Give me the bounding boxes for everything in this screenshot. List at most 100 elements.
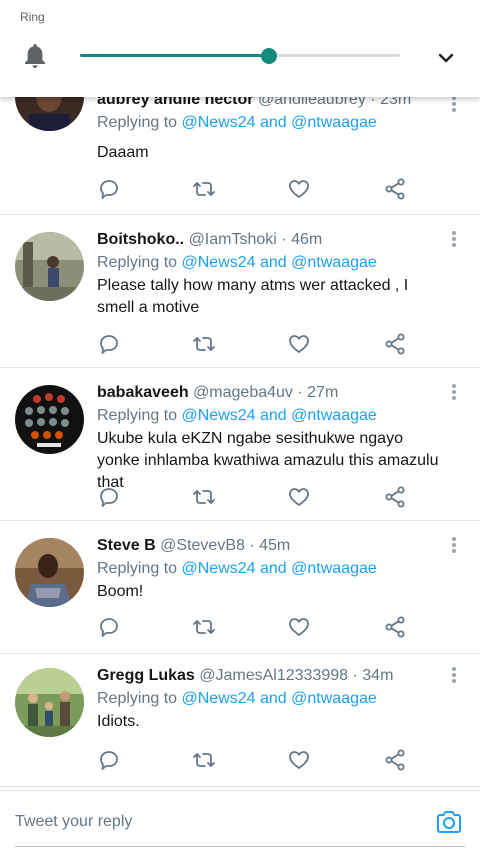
reply-icon[interactable]	[97, 748, 121, 772]
separator-dot: ·	[352, 667, 358, 684]
volume-panel: Ring	[0, 0, 480, 97]
mention-and: and	[260, 114, 287, 131]
tweet-actions	[97, 332, 407, 356]
display-name[interactable]: babakaveeh	[97, 384, 189, 401]
camera-icon[interactable]	[434, 807, 464, 837]
replying-to-label: Replying to	[97, 560, 178, 577]
mention-and: and	[260, 407, 287, 424]
retweet-icon[interactable]	[192, 332, 216, 356]
tweet[interactable]: Boitshoko.. @IamTshoki · 46m Replying to…	[0, 215, 480, 368]
tweet-list: aubrey andile nector @andileaubrey · 23m…	[0, 62, 480, 787]
display-name[interactable]: Gregg Lukas	[97, 667, 195, 684]
like-icon[interactable]	[287, 748, 311, 772]
avatar[interactable]	[15, 668, 84, 737]
tweet[interactable]: aubrey andile nector @andileaubrey · 23m…	[0, 62, 480, 215]
share-icon[interactable]	[383, 485, 407, 509]
mention-link[interactable]: @ntwaagae	[291, 690, 377, 707]
mention-link[interactable]: @News24	[182, 114, 256, 131]
replying-to: Replying to @News24 and @ntwaagae	[97, 252, 440, 274]
tweet-header: babakaveeh @mageba4uv · 27m	[97, 382, 440, 404]
retweet-icon[interactable]	[192, 485, 216, 509]
reply-icon[interactable]	[97, 485, 121, 509]
like-icon[interactable]	[287, 615, 311, 639]
more-options-icon[interactable]	[448, 535, 460, 555]
replying-to-label: Replying to	[97, 407, 178, 424]
retweet-icon[interactable]	[192, 177, 216, 201]
tweet-time: 45m	[259, 537, 291, 554]
volume-stream-label: Ring	[20, 10, 45, 24]
tweet-actions	[97, 615, 407, 639]
avatar[interactable]	[15, 385, 84, 454]
chevron-down-icon[interactable]	[434, 46, 458, 70]
retweet-icon[interactable]	[192, 748, 216, 772]
mention-and: and	[260, 690, 287, 707]
share-icon[interactable]	[383, 177, 407, 201]
replying-to-label: Replying to	[97, 254, 178, 271]
tweet-text: Please tally how many atms wer attacked …	[97, 277, 409, 316]
display-name[interactable]: Steve B	[97, 537, 156, 554]
bell-icon[interactable]	[22, 42, 48, 70]
reply-icon[interactable]	[97, 177, 121, 201]
mention-link[interactable]: @News24	[182, 690, 256, 707]
like-icon[interactable]	[287, 485, 311, 509]
tweet[interactable]: Gregg Lukas @JamesAl12333998 · 34m Reply…	[0, 654, 480, 787]
tweet-header: Gregg Lukas @JamesAl12333998 · 34m	[97, 665, 440, 687]
separator-dot: ·	[297, 384, 303, 401]
reply-icon[interactable]	[97, 332, 121, 356]
mention-link[interactable]: @News24	[182, 407, 256, 424]
tweet-text: Idiots.	[97, 713, 140, 730]
tweet-body: Gregg Lukas @JamesAl12333998 · 34m Reply…	[97, 665, 440, 733]
more-options-icon[interactable]	[448, 229, 460, 249]
tweet[interactable]: babakaveeh @mageba4uv · 27m Replying to …	[0, 368, 480, 521]
mention-link[interactable]: @ntwaagae	[291, 114, 377, 131]
like-icon[interactable]	[287, 332, 311, 356]
replying-to: Replying to @News24 and @ntwaagae	[97, 688, 440, 710]
mention-and: and	[260, 254, 287, 271]
like-icon[interactable]	[287, 177, 311, 201]
avatar[interactable]	[15, 538, 84, 607]
separator-dot: ·	[249, 537, 255, 554]
tweet-body: Boitshoko.. @IamTshoki · 46m Replying to…	[97, 229, 440, 319]
screen: aubrey andile nector @andileaubrey · 23m…	[0, 0, 480, 854]
replying-to-label: Replying to	[97, 114, 178, 131]
tweet-header: Steve B @StevevB8 · 45m	[97, 535, 440, 557]
mention-link[interactable]: @ntwaagae	[291, 407, 377, 424]
tweet-actions	[97, 177, 407, 201]
user-handle[interactable]: @IamTshoki	[189, 231, 277, 248]
user-handle[interactable]: @StevevB8	[160, 537, 245, 554]
mention-link[interactable]: @ntwaagae	[291, 254, 377, 271]
reply-composer: Tweet your reply	[0, 790, 480, 854]
share-icon[interactable]	[383, 748, 407, 772]
reply-icon[interactable]	[97, 615, 121, 639]
tweet-time: 27m	[307, 384, 339, 401]
replying-to: Replying to @News24 and @ntwaagae	[97, 405, 440, 427]
tweet-text: Daaam	[97, 144, 149, 161]
replying-to-label: Replying to	[97, 690, 178, 707]
avatar[interactable]	[15, 232, 84, 301]
reply-input[interactable]: Tweet your reply	[15, 813, 132, 831]
input-underline	[15, 846, 465, 847]
mention-link[interactable]: @News24	[182, 560, 256, 577]
slider-thumb[interactable]	[260, 48, 277, 64]
more-options-icon[interactable]	[448, 382, 460, 402]
share-icon[interactable]	[383, 615, 407, 639]
tweet-actions	[97, 748, 407, 772]
mention-link[interactable]: @ntwaagae	[291, 560, 377, 577]
user-handle[interactable]: @mageba4uv	[193, 384, 293, 401]
user-handle[interactable]: @JamesAl12333998	[199, 667, 348, 684]
tweet-body: Steve B @StevevB8 · 45m Replying to @New…	[97, 535, 440, 603]
display-name[interactable]: Boitshoko..	[97, 231, 184, 248]
mention-link[interactable]: @News24	[182, 254, 256, 271]
share-icon[interactable]	[383, 332, 407, 356]
tweet[interactable]: Steve B @StevevB8 · 45m Replying to @New…	[0, 521, 480, 654]
more-options-icon[interactable]	[448, 94, 460, 114]
retweet-icon[interactable]	[192, 615, 216, 639]
mention-and: and	[260, 560, 287, 577]
replying-to: Replying to @News24 and @ntwaagae	[97, 558, 440, 580]
volume-slider[interactable]	[80, 48, 400, 64]
replying-to: Replying to @News24 and @ntwaagae	[97, 112, 440, 134]
tweet-body: babakaveeh @mageba4uv · 27m Replying to …	[97, 382, 440, 494]
tweet-header: Boitshoko.. @IamTshoki · 46m	[97, 229, 440, 251]
more-options-icon[interactable]	[448, 665, 460, 685]
tweet-time: 34m	[362, 667, 394, 684]
